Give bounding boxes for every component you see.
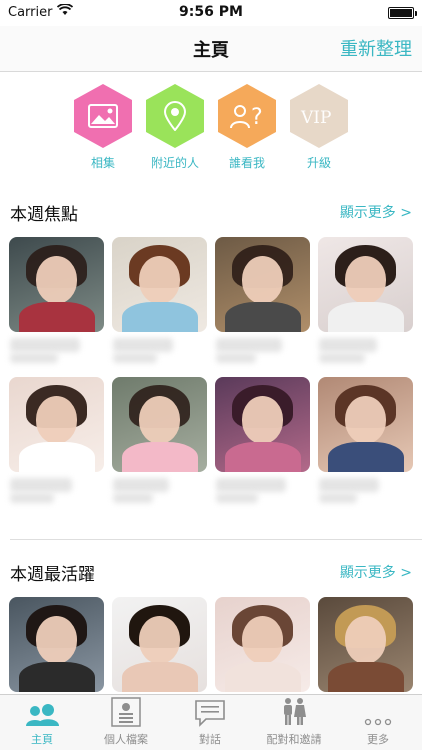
album-button[interactable]: 相集 <box>68 84 138 171</box>
profile-photo[interactable] <box>9 237 104 332</box>
tab-profile[interactable]: 個人檔案 <box>84 695 168 750</box>
upgrade-button[interactable]: VIP 升級 <box>284 84 354 171</box>
nearby-label: 附近的人 <box>150 156 199 170</box>
status-bar: Carrier 9:56 PM <box>0 0 422 26</box>
profile-photo[interactable] <box>112 377 207 472</box>
tab-more-label: 更多 <box>367 733 389 746</box>
chat-bubble-icon <box>168 695 252 727</box>
svg-text:VIP: VIP <box>300 108 331 126</box>
tab-home-label: 主頁 <box>31 733 53 746</box>
clock: 9:56 PM <box>179 4 243 20</box>
album-label: 相集 <box>90 156 115 170</box>
profile-photo[interactable] <box>318 377 413 472</box>
couple-icon <box>252 695 336 727</box>
tab-chat[interactable]: 對話 <box>168 695 252 750</box>
profile-photo[interactable] <box>9 597 104 692</box>
weekly-focus-header: 本週焦點 顯示更多 > <box>0 196 422 226</box>
more-dots-icon <box>336 695 420 727</box>
weekly-active-more-link[interactable]: 顯示更多 > <box>340 562 412 582</box>
who-viewed-button[interactable]: ? 誰看我 <box>212 84 282 171</box>
tab-bar: 主頁 個人檔案 對話 配對和邀請 更多 <box>0 694 422 750</box>
profile-photo[interactable] <box>215 237 310 332</box>
tab-home[interactable]: 主頁 <box>0 695 84 750</box>
tab-match-label: 配對和邀請 <box>266 733 322 746</box>
location-pin-icon <box>146 84 204 148</box>
photo-album-icon <box>74 84 132 148</box>
tab-profile-label: 個人檔案 <box>104 733 148 746</box>
profile-photo[interactable] <box>318 237 413 332</box>
profile-photo[interactable] <box>112 237 207 332</box>
profile-card-icon <box>84 695 168 727</box>
quick-actions: 相集 附近的人 ? 誰看我 VIP 升級 <box>0 84 422 174</box>
navigation-bar: 主頁 重新整理 <box>0 26 422 72</box>
users-icon <box>0 695 84 727</box>
who-viewed-label: 誰看我 <box>228 156 265 170</box>
tab-chat-label: 對話 <box>199 733 221 746</box>
profile-photo[interactable] <box>112 597 207 692</box>
profile-photo[interactable] <box>318 597 413 692</box>
weekly-focus-more-link[interactable]: 顯示更多 > <box>340 202 412 222</box>
profile-photo[interactable] <box>215 597 310 692</box>
who-viewed-me-icon: ? <box>218 84 276 148</box>
vip-icon: VIP <box>290 84 348 148</box>
section-divider <box>10 539 422 540</box>
weekly-focus-title: 本週焦點 <box>10 205 78 225</box>
battery-icon <box>388 7 417 19</box>
upgrade-label: 升級 <box>306 156 331 170</box>
nearby-button[interactable]: 附近的人 <box>140 84 210 171</box>
tab-more[interactable]: 更多 <box>336 695 420 750</box>
weekly-active-header: 本週最活躍 顯示更多 > <box>0 556 422 586</box>
tab-match[interactable]: 配對和邀請 <box>252 695 336 750</box>
refresh-button[interactable]: 重新整理 <box>340 35 412 61</box>
profile-photo[interactable] <box>215 377 310 472</box>
svg-text:?: ? <box>251 105 263 130</box>
weekly-active-title: 本週最活躍 <box>10 565 95 585</box>
profile-photo[interactable] <box>9 377 104 472</box>
